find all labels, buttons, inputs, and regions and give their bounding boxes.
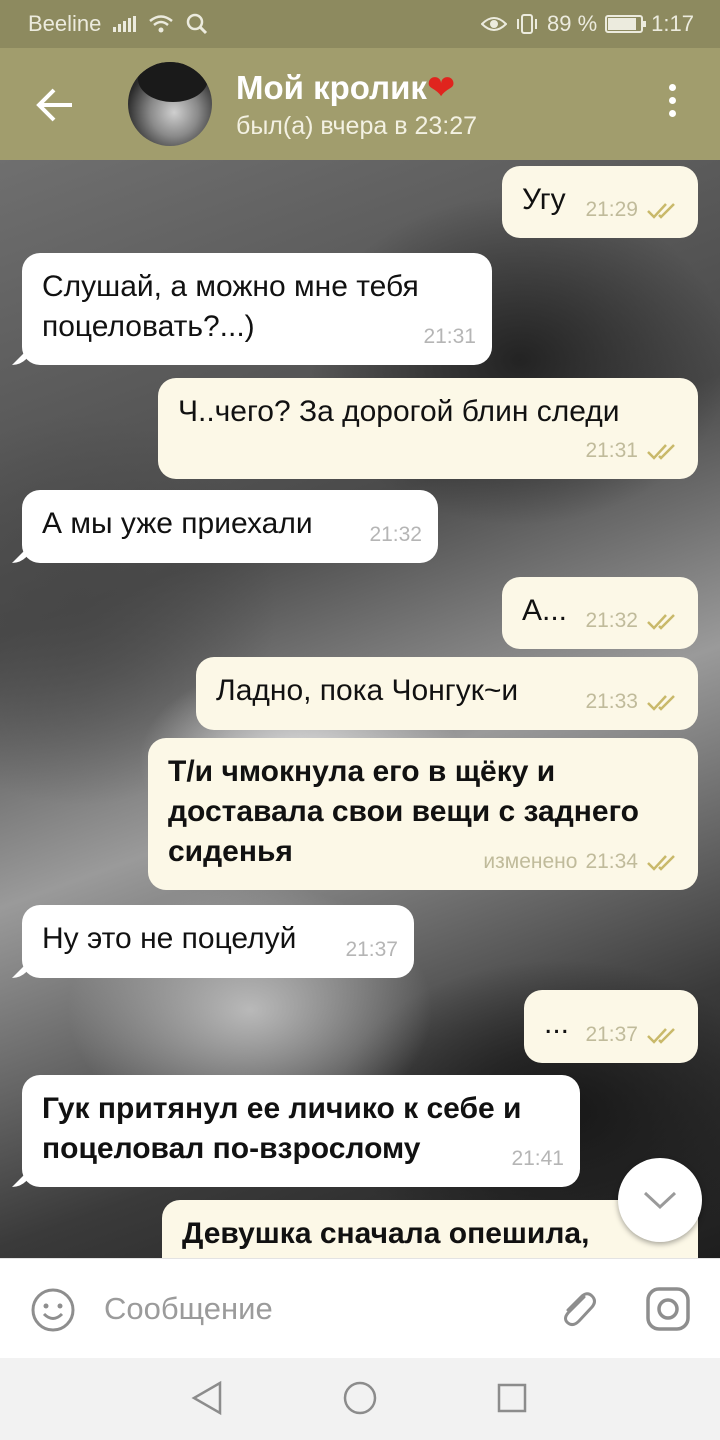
message-meta: 21:31 [423, 317, 476, 357]
message-time: 21:41 [511, 1147, 564, 1170]
message-time: 21:37 [345, 938, 398, 961]
chat-header: Мой кролик❤ был(а) вчера в 23:27 [0, 48, 720, 160]
message-meta: 21:32 [369, 515, 422, 555]
message-time: 21:37 [585, 1023, 638, 1046]
camera-icon[interactable] [644, 1285, 692, 1333]
read-double-check-icon [647, 614, 675, 630]
battery-level-fill [608, 18, 637, 30]
message-time: 21:34 [585, 850, 638, 873]
message-meta: изменено 21:34 [483, 842, 682, 882]
carrier-label: Beeline [28, 11, 102, 36]
system-nav-bar [0, 1358, 720, 1440]
clock: 1:17 [651, 11, 694, 36]
incoming-message[interactable]: Слушай, а можно мне тебя поцеловать?...) 2… [22, 253, 492, 365]
message-time: 21:32 [585, 609, 638, 632]
contact-name-text: Мой кролик [236, 69, 427, 106]
incoming-message[interactable]: А мы уже приехали 21:32 [22, 490, 438, 563]
more-options-icon[interactable] [660, 84, 684, 124]
outgoing-message[interactable]: ... 21:37 [524, 990, 698, 1063]
read-double-check-icon [647, 695, 675, 711]
message-text-line: Девушка сначала опешила, [182, 1217, 590, 1250]
message-list[interactable]: Угу 21:29 Слушай, а можно мне тебя поцелова… [0, 160, 720, 1258]
heart-icon: ❤ [426, 69, 456, 107]
message-time: 21:31 [423, 325, 476, 348]
contact-avatar[interactable] [128, 62, 212, 146]
message-meta: 21:41 [511, 1139, 564, 1179]
message-meta: 21:29 [585, 190, 682, 230]
message-text-line: Ну это не поцелуй [42, 922, 297, 955]
chevron-down-icon [643, 1191, 677, 1210]
message-time: 21:32 [369, 523, 422, 546]
message-meta: 21:33 [585, 682, 682, 722]
message-meta: 21:37 [345, 930, 398, 970]
vibrate-icon [517, 14, 538, 34]
scroll-down-button[interactable] [618, 1158, 702, 1242]
status-right: 89 % 1:17 [481, 11, 694, 37]
message-time: 21:29 [585, 198, 638, 221]
message-text-line: поцеловал по-взрослому [42, 1132, 421, 1165]
paperclip-icon[interactable] [554, 1285, 600, 1331]
read-double-check-icon [647, 444, 675, 460]
message-meta: 21:32 [585, 601, 682, 641]
search-icon [187, 13, 208, 35]
last-seen-status: был(а) вчера в 23:27 [236, 112, 478, 140]
outgoing-message[interactable]: Ч..чего? За дорогой блин следи 21:31 [158, 378, 698, 479]
nav-home-icon[interactable] [342, 1380, 378, 1416]
read-double-check-icon [647, 1028, 675, 1044]
message-time: 21:33 [585, 690, 638, 713]
message-text-line: доставала свои вещи с заднего [168, 795, 639, 828]
message-text-line: поцеловать?...) [42, 310, 255, 343]
outgoing-message[interactable]: Угу 21:29 [502, 166, 698, 238]
wifi-icon [149, 15, 174, 33]
status-left: Beeline [28, 11, 208, 37]
incoming-message[interactable]: Гук притянул ее личико к себе и поцеловал… [22, 1075, 580, 1187]
composer [0, 1258, 720, 1358]
outgoing-message[interactable]: А... 21:32 [502, 577, 698, 649]
message-meta: 21:37 [585, 1015, 682, 1055]
read-double-check-icon [647, 855, 675, 871]
battery-icon [605, 15, 647, 33]
message-text-line: Ч..чего? За дорогой блин следи [178, 395, 620, 428]
message-meta: 21:31 [585, 431, 682, 471]
battery-percent: 89 % [547, 11, 598, 36]
message-time: 21:31 [585, 439, 638, 462]
emoji-icon[interactable] [30, 1287, 76, 1333]
nav-back-icon[interactable] [190, 1380, 224, 1416]
read-double-check-icon [647, 203, 675, 219]
nav-recent-apps-icon[interactable] [496, 1382, 528, 1414]
status-bar: Beeline 89 % 1:17 [0, 0, 720, 48]
edited-label: изменено [483, 850, 578, 873]
message-text-line: Т/и чмокнула его в щёку и [168, 755, 556, 788]
signal-icon [113, 16, 137, 32]
outgoing-message[interactable]: Т/и чмокнула его в щёку и доставала свои … [148, 738, 698, 890]
contact-name[interactable]: Мой кролик❤ [236, 68, 455, 108]
outgoing-message[interactable]: Ладно, пока Чонгук~и 21:33 [196, 657, 698, 730]
message-text-line: Гук притянул ее личико к себе и [42, 1092, 522, 1125]
message-text-line: А мы уже приехали [42, 507, 313, 540]
outgoing-message[interactable]: Девушка сначала опешила, [162, 1200, 698, 1258]
eye-icon [481, 17, 508, 31]
message-input[interactable] [104, 1285, 524, 1333]
message-text-line: Слушай, а можно мне тебя [42, 270, 419, 303]
back-arrow-icon[interactable] [30, 80, 80, 130]
incoming-message[interactable]: Ну это не поцелуй 21:37 [22, 905, 414, 978]
